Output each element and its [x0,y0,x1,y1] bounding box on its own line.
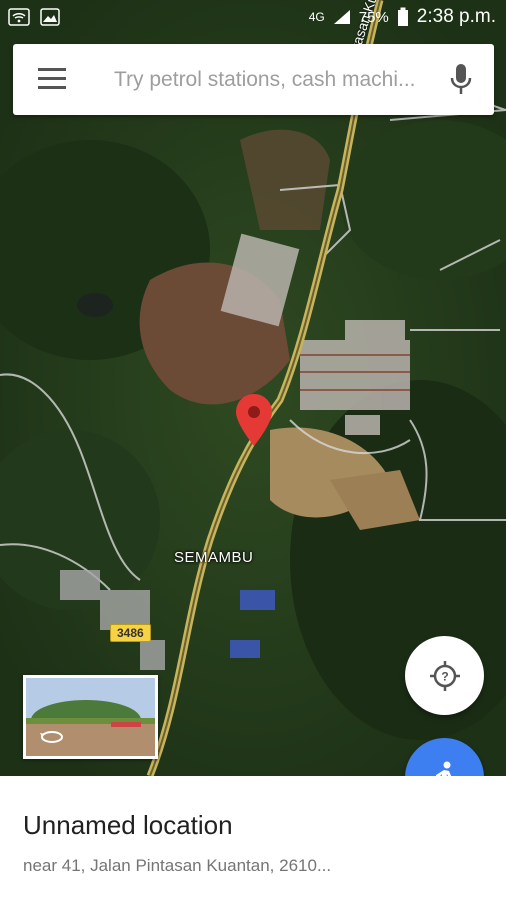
network-type: 4G [308,10,325,24]
microphone-icon[interactable] [450,64,472,96]
battery-icon [397,7,408,26]
place-title: Unnamed location [23,810,233,840]
place-address: near 41, Jalan Pintasan Kuantan, 2610... [23,856,332,875]
menu-icon[interactable] [38,68,66,90]
gallery-icon [40,8,60,26]
street-view-thumbnail[interactable] [23,675,158,759]
rotate-360-icon [40,731,63,743]
location-unknown-icon: ? [429,660,460,691]
wifi-icon [8,8,30,26]
svg-text:?: ? [441,669,448,683]
my-location-button[interactable]: ? [405,636,484,715]
location-pin-icon[interactable] [236,394,272,446]
route-shield: 3486 [110,624,151,642]
place-label-semambu[interactable]: SEMAMBU [174,549,253,566]
battery-percent: 75% [358,8,389,26]
status-bar: 4G 75% 2:38 p.m. [0,0,506,36]
search-input[interactable]: Try petrol stations, cash machi... [114,68,444,92]
clock: 2:38 p.m. [416,6,496,27]
place-sheet[interactable]: Unnamed location near 41, Jalan Pintasan… [0,776,506,900]
signal-icon [333,10,350,24]
search-bar[interactable]: Try petrol stations, cash machi... [13,44,494,115]
